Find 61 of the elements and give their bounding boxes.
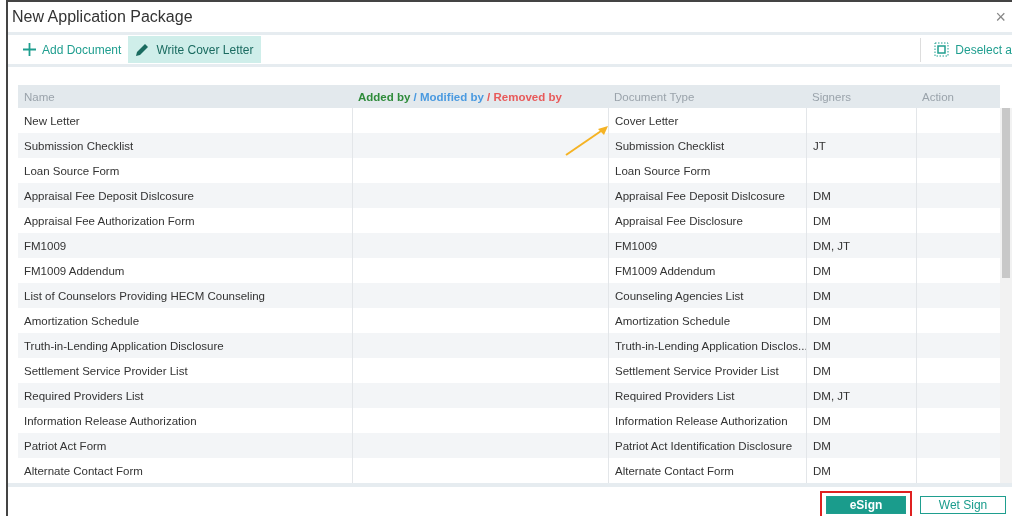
- table-cell: DM: [813, 414, 831, 427]
- table-row[interactable]: Required Providers List Required Providers List DM, JT: [18, 383, 1000, 408]
- table-cell: FM1009 Addendum: [24, 264, 125, 277]
- table-cell: JT: [813, 139, 826, 152]
- table-cell: Patriot Act Identification Disclosure: [615, 439, 793, 452]
- table-cell: Settlement Service Provider List: [615, 364, 779, 377]
- table-cell: Information Release Authorization: [24, 414, 197, 427]
- table-cell: Submission Checklist: [615, 139, 725, 152]
- table-cell: DM, JT: [813, 389, 851, 402]
- table-cell: Loan Source Form: [615, 164, 711, 177]
- table-row[interactable]: Truth-in-Lending Application Disclosure Truth-in-Lending Application Disclos... DM: [18, 333, 1000, 358]
- table-cell: FM1009: [615, 239, 658, 252]
- table-cell: DM: [813, 189, 831, 202]
- table-cell: Appraisal Fee Deposit Dislcosure: [24, 189, 195, 202]
- table-cell: Truth-in-Lending Application Disclosure: [24, 339, 224, 352]
- table-cell: List of Counselors Providing HECM Counseling: [24, 289, 265, 302]
- table-cell: DM: [813, 439, 831, 452]
- table-cell: DM: [813, 339, 831, 352]
- table-cell: Appraisal Fee Deposit Dislcosure: [615, 189, 786, 202]
- table-cell: DM, JT: [813, 239, 851, 252]
- table-cell: DM: [813, 464, 831, 477]
- table-cell: DM: [813, 314, 831, 327]
- table-cell: Information Release Authorization: [615, 414, 788, 427]
- wet-sign-button[interactable]: Wet Sign: [920, 496, 1006, 514]
- table-cell: Amortization Schedule: [24, 314, 140, 327]
- selection-icon: [934, 42, 950, 58]
- toolbar-button[interactable]: Add Document: [16, 36, 129, 63]
- table-cell: Appraisal Fee Disclosure: [615, 214, 743, 227]
- close-button[interactable]: ×: [991, 6, 1010, 29]
- pencil-icon: [135, 42, 151, 58]
- table-cell: DM: [813, 264, 831, 277]
- toolbar-button[interactable]: Write Cover Letter: [128, 36, 261, 64]
- table-cell: Submission Checklist: [24, 139, 134, 152]
- table-cell: Alternate Contact Form: [24, 464, 143, 477]
- table-cell: Settlement Service Provider List: [24, 364, 188, 377]
- table-cell: Loan Source Form: [24, 164, 120, 177]
- table-cell: Amortization Schedule: [615, 314, 731, 327]
- table-cell: Truth-in-Lending Application Disclos...: [615, 339, 808, 352]
- plus-icon: [23, 43, 36, 57]
- window-title: New Application Package: [12, 8, 193, 27]
- table-row[interactable]: Submission Checklist Submission Checklist JT: [18, 133, 1000, 158]
- table-cell: Required Providers List: [615, 389, 735, 402]
- table-cell: DM: [813, 289, 831, 302]
- table-cell: DM: [813, 214, 831, 227]
- table-cell: Appraisal Fee Authorization Form: [24, 214, 195, 227]
- table-cell: FM1009 Addendum: [615, 264, 716, 277]
- table-cell: Required Providers List: [24, 389, 144, 402]
- table-cell: FM1009: [24, 239, 67, 252]
- table-row[interactable]: FM1009 FM1009 DM, JT: [18, 233, 1000, 258]
- table-cell: New Letter: [24, 114, 80, 127]
- table-cell: Alternate Contact Form: [615, 464, 734, 477]
- table-row[interactable]: Patriot Act Form Patriot Act Identification Disclosure DM: [18, 433, 1000, 458]
- table-cell: Patriot Act Form: [24, 439, 107, 452]
- table-row[interactable]: List of Counselors Providing HECM Counseling Counseling Agencies List DM: [18, 283, 1000, 308]
- table-cell: DM: [813, 364, 831, 377]
- arrow-annotation: [564, 123, 610, 157]
- scrollbar[interactable]: [1000, 108, 1012, 483]
- table-cell: Cover Letter: [615, 114, 679, 127]
- table-row[interactable]: Appraisal Fee Deposit Dislcosure Appraisal Fee Deposit Dislcosure DM: [18, 183, 1000, 208]
- table-cell: Counseling Agencies List: [615, 289, 744, 302]
- column-header-part[interactable]: Added by: [358, 90, 411, 103]
